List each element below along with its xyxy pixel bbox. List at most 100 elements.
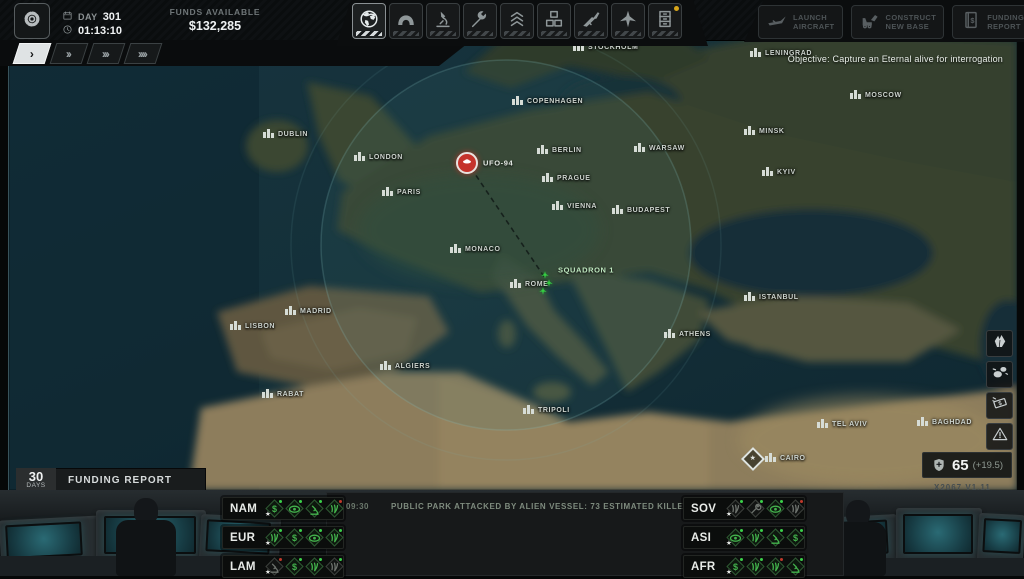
days-counter: 30 DAYS xyxy=(16,468,56,492)
region-event-dollar-icon: $ ★ xyxy=(266,500,283,517)
construct-new-base-button[interactable]: CONSTRUCTNEW BASE xyxy=(851,5,945,39)
map-side-tools: $ xyxy=(986,330,1013,450)
region-event-claw-icon: ★ xyxy=(727,500,744,517)
sightings-button[interactable] xyxy=(986,361,1013,388)
region-panel-lam[interactable]: LAM ★ $ xyxy=(222,555,344,578)
region-panel-eur[interactable]: EUR ★ $ xyxy=(222,526,344,549)
ufo-marker[interactable] xyxy=(456,152,478,174)
funding-button[interactable]: $ xyxy=(986,392,1013,419)
nav-research-button[interactable] xyxy=(426,3,460,39)
nav-equipment-button[interactable] xyxy=(537,3,571,39)
nav-engineering-button[interactable] xyxy=(463,3,497,39)
alerts-icon xyxy=(991,425,1009,448)
city-label-baghdad: BAGHDAD xyxy=(917,413,972,431)
nav-personnel-button[interactable] xyxy=(500,3,534,39)
archive-icon xyxy=(654,8,676,35)
city-icon xyxy=(382,183,393,201)
region-code: SOV xyxy=(684,503,727,515)
city-label-cairo: CAIRO xyxy=(765,449,806,467)
city-icon xyxy=(744,288,755,306)
city-icon xyxy=(917,413,928,431)
region-code: ASI xyxy=(684,532,727,544)
city-icon xyxy=(664,325,675,343)
city-label-prague: PRAGUE xyxy=(542,169,591,187)
region-panel-sov[interactable]: SOV ★ xyxy=(683,497,805,520)
notification-badge xyxy=(674,6,679,11)
city-icon xyxy=(263,125,274,143)
action-buttons: LAUNCHAIRCRAFT CONSTRUCTNEW BASE$ FUNDIN… xyxy=(758,5,1024,39)
region-event-eye-icon: ★ xyxy=(727,529,744,546)
region-code: LAM xyxy=(223,561,266,573)
svg-text:$: $ xyxy=(793,533,798,543)
region-panel-afr[interactable]: AFR $ ★ xyxy=(683,555,805,578)
personnel-icon xyxy=(506,8,528,35)
funding-report-button[interactable]: $ FUNDINGREPORT xyxy=(952,5,1024,39)
construct-new-base-icon xyxy=(859,9,881,36)
nav-geoscape-button[interactable] xyxy=(352,3,386,39)
city-label-tel-aviv: TEL AVIV xyxy=(817,415,867,433)
region-event-microscope-icon xyxy=(767,529,784,546)
city-icon xyxy=(512,92,523,110)
region-code: NAM xyxy=(223,503,266,515)
time-value: 01:13:10 xyxy=(78,25,122,37)
speed-2-button[interactable]: ›› xyxy=(50,43,89,64)
region-event-claw-icon xyxy=(326,529,343,546)
alerts-button[interactable] xyxy=(986,423,1013,450)
nav-archive-button[interactable] xyxy=(648,3,682,39)
speed-4-button[interactable]: ›››› xyxy=(124,43,163,64)
speed-3-button[interactable]: ››› xyxy=(87,43,126,64)
svg-text:$: $ xyxy=(997,400,1003,407)
nav-bases-button[interactable] xyxy=(389,3,423,39)
region-event-claw-icon xyxy=(326,500,343,517)
city-label-berlin: BERLIN xyxy=(537,141,582,159)
city-label-tripoli: TRIPOLI xyxy=(523,401,570,419)
score-delta: (+19.5) xyxy=(973,460,1003,471)
nav-armory-button[interactable] xyxy=(574,3,608,39)
svg-text:$: $ xyxy=(292,533,297,543)
aircraft-icon xyxy=(617,8,639,35)
funding-report-bar[interactable]: FUNDING REPORT xyxy=(56,468,206,492)
player-base-marker[interactable]: ★ xyxy=(741,447,765,471)
launch-aircraft-button[interactable]: LAUNCHAIRCRAFT xyxy=(758,5,843,39)
region-event-eye-icon xyxy=(306,529,323,546)
region-event-claw-icon xyxy=(747,529,764,546)
city-icon xyxy=(612,201,623,219)
funds-value: $132,285 xyxy=(150,19,280,33)
region-event-dollar-icon: $ ★ xyxy=(727,558,744,575)
city-icon xyxy=(537,141,548,159)
region-event-claw-icon xyxy=(767,558,784,575)
speed-1-button[interactable]: › xyxy=(13,43,52,64)
base-star-icon: ★ xyxy=(750,456,756,463)
city-icon xyxy=(552,197,563,215)
funding-report-widget[interactable]: 30 DAYS FUNDING REPORT xyxy=(16,468,206,492)
settings-button[interactable] xyxy=(14,3,50,39)
resources-button[interactable] xyxy=(986,330,1013,357)
ufo-label: UFO-94 xyxy=(483,159,513,168)
region-event-claw-icon xyxy=(787,500,804,517)
city-label-lisbon: LISBON xyxy=(230,317,275,335)
svg-text:$: $ xyxy=(272,504,277,514)
city-label-monaco: MONACO xyxy=(450,240,501,258)
city-label-madrid: MADRID xyxy=(285,302,332,320)
city-icon xyxy=(450,240,461,258)
city-icon xyxy=(523,401,534,419)
funds-label: FUNDS AVAILABLE xyxy=(150,7,280,17)
city-label-budapest: BUDAPEST xyxy=(612,201,670,219)
nav-aircraft-button[interactable] xyxy=(611,3,645,39)
city-label-paris: PARIS xyxy=(382,183,421,201)
region-event-microscope-icon xyxy=(306,500,323,517)
news-ticker: 09:30 PUBLIC PARK ATTACKED BY ALIEN VESS… xyxy=(346,502,692,511)
geoscape-map[interactable]: STOCKHOLMHELSINKILENINGRADCOPENHAGENMOSC… xyxy=(8,40,1017,490)
city-label-layer: STOCKHOLMHELSINKILENINGRADCOPENHAGENMOSC… xyxy=(9,40,1017,490)
region-panel-asi[interactable]: ASI ★ $ xyxy=(683,526,805,549)
squadron-jet-icon[interactable] xyxy=(538,283,548,301)
city-label-dublin: DUBLIN xyxy=(263,125,308,143)
launch-aircraft-label: LAUNCHAIRCRAFT xyxy=(793,13,835,31)
city-icon xyxy=(817,415,828,433)
city-label-vienna: VIENNA xyxy=(552,197,597,215)
ticker-time: 09:30 xyxy=(346,502,369,511)
region-panel-nam[interactable]: NAM $ ★ xyxy=(222,497,344,520)
time-speed-controls: ›››››››››› xyxy=(16,43,159,64)
relations-score-panel: 65 (+19.5) xyxy=(922,452,1012,478)
geoscape-icon xyxy=(358,8,380,35)
